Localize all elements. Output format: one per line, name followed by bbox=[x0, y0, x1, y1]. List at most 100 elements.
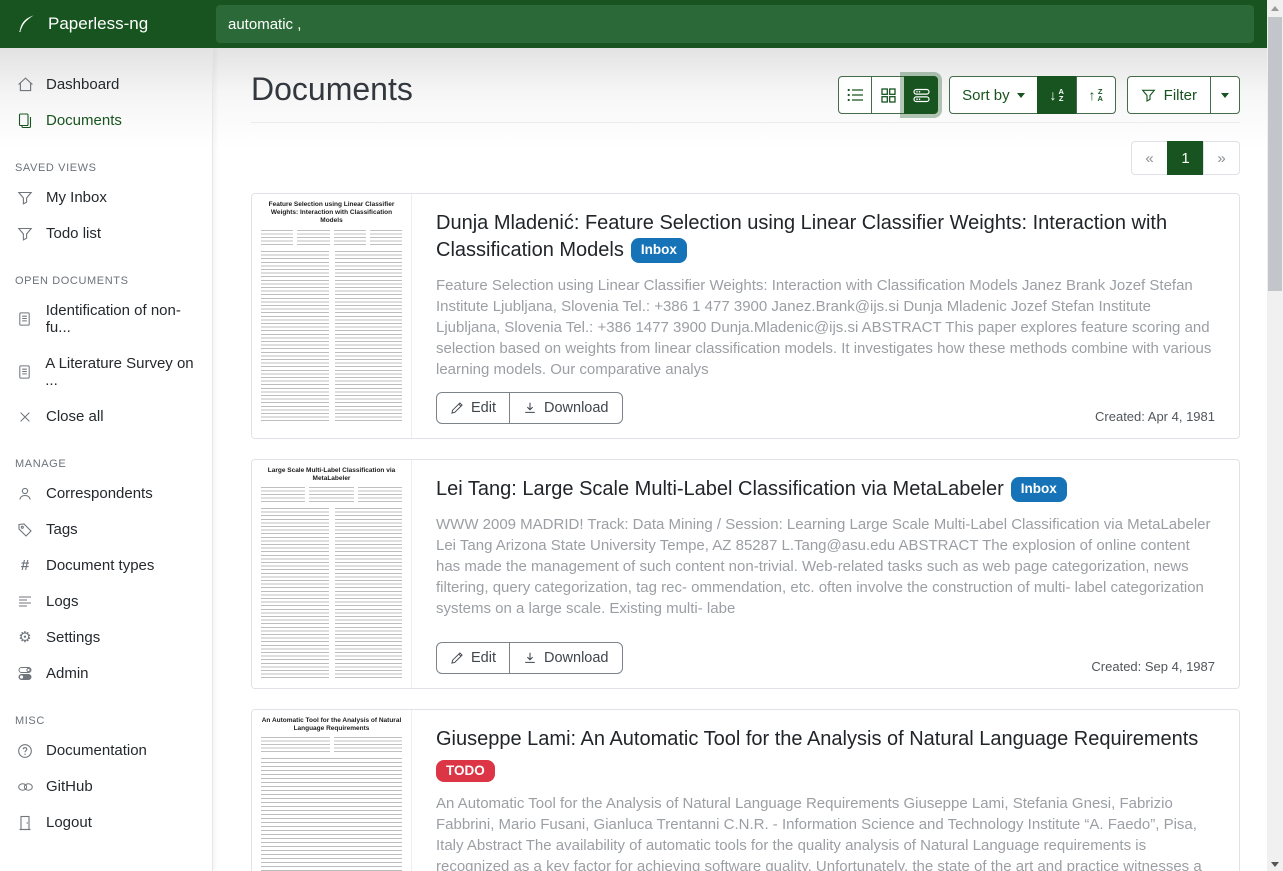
vertical-scrollbar[interactable] bbox=[1267, 0, 1283, 871]
sidebar-item-label: Logs bbox=[46, 593, 79, 610]
sidebar-item-github[interactable]: GitHub bbox=[0, 770, 212, 803]
document-card: Large Scale Multi-Label Classification v… bbox=[251, 459, 1240, 689]
document-card-footer: Edit Download Created: Apr 4, 1981 bbox=[436, 380, 1215, 424]
sidebar-item-todo-list[interactable]: Todo list bbox=[0, 217, 212, 250]
sidebar-item-admin[interactable]: Admin bbox=[0, 657, 212, 690]
sidebar: Dashboard Documents SAVED VIEWS My Inbox… bbox=[0, 48, 213, 871]
search-input[interactable] bbox=[216, 5, 1254, 43]
funnel-icon bbox=[15, 190, 35, 206]
document-actions: Edit Download bbox=[436, 392, 623, 424]
download-button[interactable]: Download bbox=[509, 642, 623, 674]
sidebar-item-my-inbox[interactable]: My Inbox bbox=[0, 181, 212, 214]
sidebar-item-tags[interactable]: Tags bbox=[0, 513, 212, 546]
tag-badge: Inbox bbox=[631, 238, 687, 263]
created-date: Created: Apr 4, 1981 bbox=[1095, 409, 1215, 424]
search-bar bbox=[213, 5, 1267, 43]
edit-button[interactable]: Edit bbox=[436, 642, 510, 674]
pagination-page-1-button[interactable]: 1 bbox=[1167, 141, 1204, 175]
sidebar-item-label: Close all bbox=[46, 408, 104, 425]
main-content: Documents Sort by bbox=[213, 48, 1267, 871]
sidebar-item-label: My Inbox bbox=[46, 189, 107, 206]
list-lines-icon bbox=[15, 595, 35, 609]
pagination-prev-button[interactable]: « bbox=[1131, 141, 1168, 175]
document-thumbnail[interactable]: An Automatic Tool for the Analysis of Na… bbox=[252, 710, 412, 871]
sort-alpha-down-icon: ↓AZ bbox=[1049, 88, 1063, 102]
sidebar-item-correspondents[interactable]: Correspondents bbox=[0, 477, 212, 510]
sort-descending-button[interactable]: ↓AZ bbox=[1037, 76, 1077, 114]
sidebar-item-label: Dashboard bbox=[46, 76, 119, 93]
brand-link[interactable]: Paperless-ng bbox=[0, 13, 213, 35]
grid-view-button[interactable] bbox=[871, 76, 905, 114]
document-card: An Automatic Tool for the Analysis of Na… bbox=[251, 709, 1240, 871]
document-snippet: Feature Selection using Linear Classifie… bbox=[436, 275, 1215, 380]
thumbnail-paper-title: Large Scale Multi-Label Classification v… bbox=[261, 467, 402, 483]
download-button[interactable]: Download bbox=[509, 392, 623, 424]
document-title-link[interactable]: Lei Tang: Large Scale Multi-Label Classi… bbox=[436, 476, 1215, 503]
sidebar-item-label: Identification of non-fu... bbox=[46, 302, 204, 336]
brand-name: Paperless-ng bbox=[48, 14, 148, 34]
document-thumbnail[interactable]: Feature Selection using Linear Classifie… bbox=[252, 194, 412, 438]
sidebar-section-heading: MANAGE bbox=[0, 458, 212, 470]
sidebar-item-label: Logout bbox=[46, 814, 92, 831]
sidebar-item-label: Tags bbox=[46, 521, 78, 538]
chevron-down-icon bbox=[1221, 93, 1229, 98]
thumbnail-body bbox=[261, 251, 402, 423]
download-icon bbox=[523, 401, 537, 415]
list-view-button[interactable] bbox=[838, 76, 872, 114]
sidebar-item-documentation[interactable]: Documentation bbox=[0, 734, 212, 767]
tag-icon bbox=[15, 522, 35, 538]
scroll-up-arrow-icon[interactable] bbox=[1271, 6, 1279, 11]
scrollbar-thumb[interactable] bbox=[1268, 17, 1282, 291]
feather-icon bbox=[15, 13, 37, 35]
sidebar-item-document-types[interactable]: # Document types bbox=[0, 549, 212, 582]
sidebar-item-open-doc-2[interactable]: A Literature Survey on ... bbox=[0, 347, 212, 397]
toolbar: Sort by ↓AZ ↑ZA Filter bbox=[838, 76, 1240, 114]
sort-ascending-button[interactable]: ↑ZA bbox=[1076, 76, 1116, 114]
sidebar-item-logs[interactable]: Logs bbox=[0, 585, 212, 618]
filter-button[interactable]: Filter bbox=[1127, 76, 1211, 114]
sidebar-item-close-all[interactable]: Close all bbox=[0, 400, 212, 433]
sidebar-item-label: Admin bbox=[46, 665, 89, 682]
sidebar-item-open-doc-1[interactable]: Identification of non-fu... bbox=[0, 294, 212, 344]
sidebar-item-logout[interactable]: Logout bbox=[0, 806, 212, 839]
sidebar-item-documents[interactable]: Documents bbox=[0, 104, 212, 137]
document-title-link[interactable]: Giuseppe Lami: An Automatic Tool for the… bbox=[436, 726, 1215, 753]
document-thumbnail[interactable]: Large Scale Multi-Label Classification v… bbox=[252, 460, 412, 688]
documents-icon bbox=[15, 112, 35, 129]
filter-dropdown-button[interactable] bbox=[1210, 76, 1240, 114]
document-actions: Edit Download bbox=[436, 642, 623, 674]
document-snippet: An Automatic Tool for the Analysis of Na… bbox=[436, 793, 1215, 871]
sidebar-item-label: Todo list bbox=[46, 225, 101, 242]
document-card-body: Giuseppe Lami: An Automatic Tool for the… bbox=[412, 710, 1239, 871]
pagination: « 1 » bbox=[251, 141, 1240, 175]
sidebar-section-heading: MISC bbox=[0, 715, 212, 727]
funnel-icon bbox=[15, 226, 35, 242]
thumbnail-authors bbox=[261, 487, 402, 503]
tag-badge: Inbox bbox=[1011, 477, 1067, 502]
edit-button[interactable]: Edit bbox=[436, 392, 510, 424]
top-navbar: Paperless-ng bbox=[0, 0, 1267, 48]
pagination-next-button[interactable]: » bbox=[1203, 141, 1240, 175]
funnel-icon bbox=[1141, 88, 1156, 103]
thumbnail-authors bbox=[261, 737, 402, 753]
question-circle-icon bbox=[15, 743, 35, 759]
document-list: Feature Selection using Linear Classifie… bbox=[251, 193, 1240, 871]
sidebar-item-dashboard[interactable]: Dashboard bbox=[0, 68, 212, 101]
sidebar-item-settings[interactable]: ⚙ Settings bbox=[0, 621, 212, 654]
scroll-down-arrow-icon[interactable] bbox=[1271, 862, 1279, 867]
chevron-down-icon bbox=[1017, 93, 1025, 98]
gear-icon: ⚙ bbox=[15, 630, 35, 645]
document-card: Feature Selection using Linear Classifie… bbox=[251, 193, 1240, 439]
sidebar-item-label: A Literature Survey on ... bbox=[45, 355, 204, 389]
pencil-icon bbox=[450, 651, 464, 665]
close-icon bbox=[15, 410, 35, 424]
sidebar-item-label: Documents bbox=[46, 112, 122, 129]
sidebar-item-label: Document types bbox=[46, 557, 154, 574]
document-title-link[interactable]: Dunja Mladenić: Feature Selection using … bbox=[436, 210, 1215, 264]
house-icon bbox=[15, 76, 35, 93]
view-toggle-group bbox=[838, 76, 938, 114]
details-view-button[interactable] bbox=[904, 76, 938, 114]
sidebar-item-label: Correspondents bbox=[46, 485, 153, 502]
sort-by-dropdown[interactable]: Sort by bbox=[949, 76, 1038, 114]
thumbnail-paper-title: An Automatic Tool for the Analysis of Na… bbox=[261, 717, 402, 733]
